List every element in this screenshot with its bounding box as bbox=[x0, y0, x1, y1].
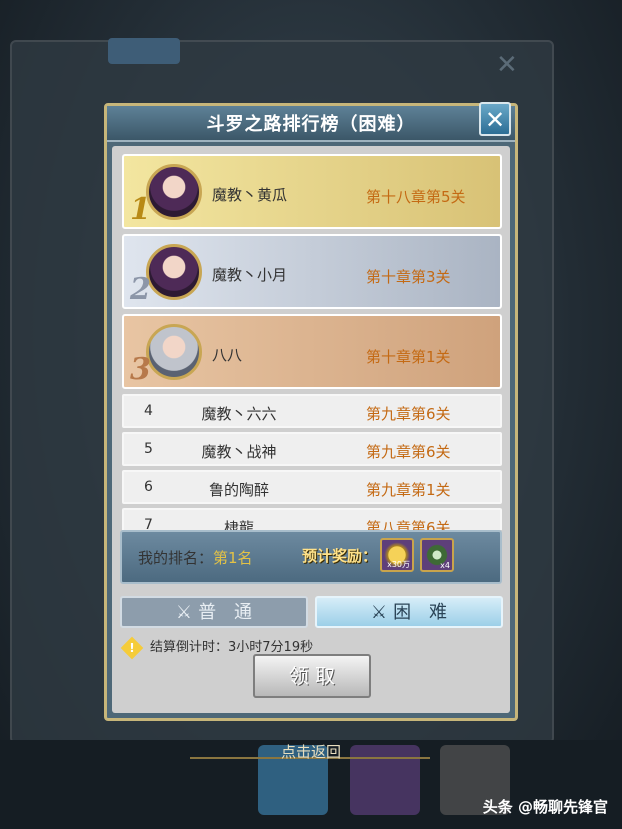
player-name: 魔教丶小月 bbox=[212, 266, 288, 284]
claim-button[interactable]: 领 取 bbox=[253, 654, 371, 698]
rank-number: 3 bbox=[130, 352, 151, 387]
list-name: 魔教丶战神 bbox=[201, 443, 277, 461]
countdown-value: 3小时7分19秒 bbox=[228, 640, 314, 655]
leaderboard-panel: 1 魔教丶黄瓜 第十八章第5关 2 魔教丶小月 第十章第3关 3 八八 第十章第… bbox=[112, 146, 510, 713]
watermark: 头条 @畅聊先锋官 bbox=[482, 798, 608, 816]
top-rank-row: 3 八八 第十章第1关 bbox=[122, 314, 502, 389]
dialog-title-bar: 斗罗之路排行榜（困难） ✕ bbox=[107, 102, 515, 142]
reward-quantity: x30万 bbox=[387, 560, 410, 569]
tab-normal[interactable]: ⚔ 普 通 bbox=[120, 596, 308, 628]
gold-coins-icon[interactable]: x30万 bbox=[380, 538, 414, 572]
list-rank: 4 bbox=[144, 403, 153, 419]
player-stage: 第十章第3关 bbox=[366, 268, 451, 286]
my-ranking-label: 我的排名： bbox=[138, 549, 214, 567]
crossed-swords-icon: ⚔ bbox=[175, 602, 193, 623]
close-button[interactable]: ✕ bbox=[479, 102, 511, 136]
background-close-icon: ✕ bbox=[496, 50, 518, 80]
tab-hard-label: 困 难 bbox=[393, 602, 448, 623]
reward-label: 预计奖励： bbox=[302, 547, 378, 565]
list-stage: 第八章第6关 bbox=[366, 519, 451, 530]
ranking-list[interactable]: 4 魔教丶六六 第九章第6关 5 魔教丶战神 第九章第6关 6 鲁的陶醉 第九章… bbox=[122, 394, 502, 530]
crossed-swords-icon: ⚔ bbox=[370, 602, 388, 623]
list-name: 鲁的陶醉 bbox=[208, 481, 269, 499]
player-stage: 第十章第1关 bbox=[366, 348, 451, 366]
warning-icon: ! bbox=[120, 636, 144, 659]
list-rank: 5 bbox=[144, 441, 153, 457]
list-rank: 7 bbox=[144, 517, 153, 530]
my-ranking: 我的排名：第1名 bbox=[138, 547, 253, 568]
list-item: 5 魔教丶战神 第九章第6关 bbox=[122, 432, 502, 466]
list-rank: 6 bbox=[144, 479, 153, 495]
rank-number: 2 bbox=[130, 272, 151, 307]
tab-hard[interactable]: ⚔ 困 难 bbox=[315, 596, 503, 628]
countdown-label: 结算倒计时： bbox=[150, 640, 229, 655]
reward-bar: 我的排名：第1名 预计奖励： x30万 x4 bbox=[120, 530, 502, 584]
top-rank-row: 1 魔教丶黄瓜 第十八章第5关 bbox=[122, 154, 502, 229]
background-book-tab bbox=[108, 38, 180, 64]
my-ranking-value: 第1名 bbox=[213, 549, 253, 567]
list-stage: 第九章第6关 bbox=[366, 443, 451, 461]
rank-number: 1 bbox=[130, 192, 151, 227]
list-item: 6 鲁的陶醉 第九章第1关 bbox=[122, 470, 502, 504]
list-name: 魔教丶六六 bbox=[201, 405, 277, 423]
list-item: 4 魔教丶六六 第九章第6关 bbox=[122, 394, 502, 428]
player-name: 魔教丶黄瓜 bbox=[212, 186, 288, 204]
reward-quantity: x4 bbox=[440, 561, 450, 570]
dialog-title: 斗罗之路排行榜（困难） bbox=[206, 114, 416, 135]
leaderboard-dialog: 斗罗之路排行榜（困难） ✕ 1 魔教丶黄瓜 第十八章第5关 2 魔教丶小月 第十… bbox=[104, 102, 518, 721]
list-name: 棣龍 bbox=[223, 519, 254, 530]
settlement-countdown: ! 结算倒计时：3小时7分19秒 bbox=[120, 636, 314, 659]
top-rank-row: 2 魔教丶小月 第十章第3关 bbox=[122, 234, 502, 309]
herb-icon[interactable]: x4 bbox=[420, 538, 454, 572]
avatar bbox=[146, 324, 202, 380]
player-name: 八八 bbox=[212, 346, 243, 364]
list-item: 7 棣龍 第八章第6关 bbox=[122, 508, 502, 530]
tab-normal-label: 普 通 bbox=[198, 602, 253, 623]
back-prompt[interactable]: 点击返回 bbox=[0, 741, 622, 762]
player-stage: 第十八章第5关 bbox=[366, 188, 466, 206]
avatar bbox=[146, 244, 202, 300]
avatar bbox=[146, 164, 202, 220]
list-stage: 第九章第6关 bbox=[366, 405, 451, 423]
list-stage: 第九章第1关 bbox=[366, 481, 451, 499]
